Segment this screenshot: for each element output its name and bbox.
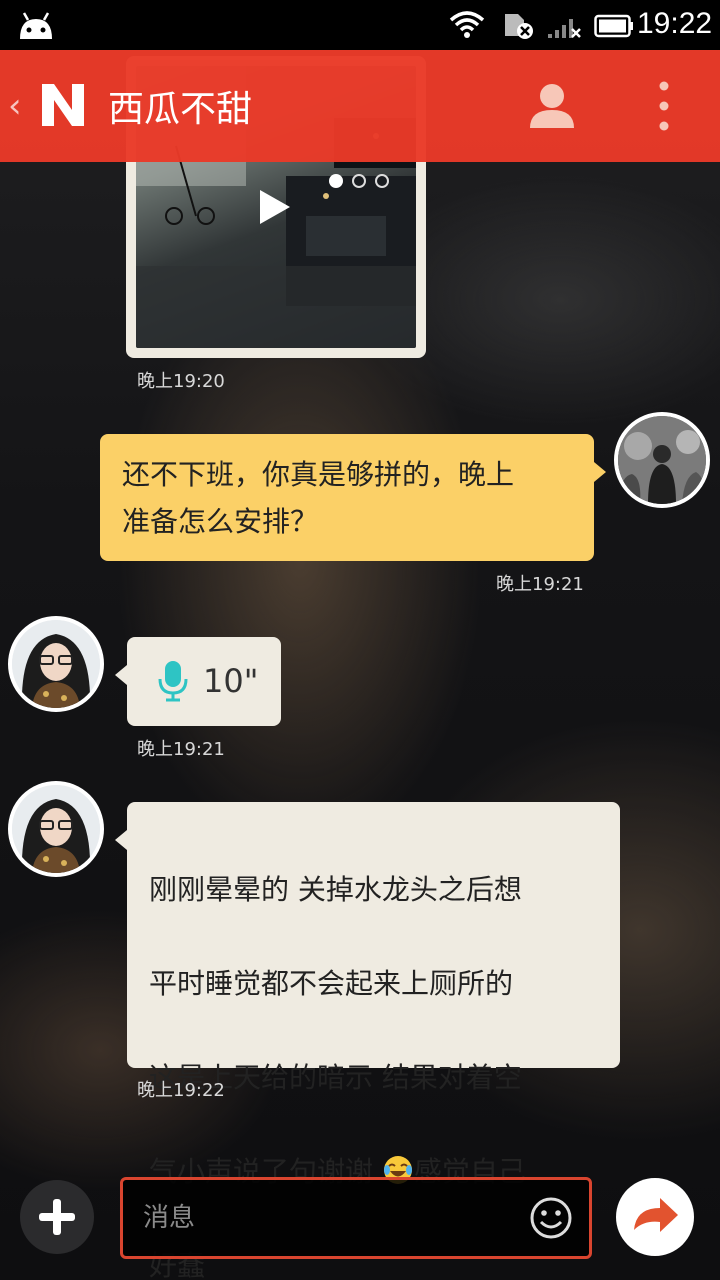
- message-time: 晚上19:22: [137, 1080, 225, 1101]
- my-avatar[interactable]: [614, 412, 710, 508]
- battery-icon: [594, 14, 633, 38]
- chevron-left-icon[interactable]: ‹: [8, 86, 22, 126]
- add-attachment-button[interactable]: [20, 1180, 94, 1254]
- profile-icon[interactable]: [526, 80, 578, 132]
- send-button[interactable]: [616, 1178, 694, 1256]
- message-input-container: [120, 1177, 592, 1259]
- incoming-message-bubble[interactable]: 刚刚晕晕的 关掉水龙头之后想 平时睡觉都不会起来上厕所的 这是上天给的暗示 结果…: [115, 802, 620, 1280]
- status-bar: 19:22: [0, 0, 720, 50]
- plus-icon: [39, 1199, 75, 1235]
- contact-name: 西瓜不甜: [108, 89, 253, 130]
- signal-icon: [548, 19, 581, 38]
- smiley-icon[interactable]: [529, 1196, 573, 1240]
- microphone-icon: [158, 661, 188, 702]
- contact-avatar[interactable]: [8, 616, 104, 712]
- message-line: 平时睡觉都不会起来上厕所的: [149, 967, 514, 1000]
- message-input[interactable]: [143, 1198, 523, 1238]
- sim-icon: [505, 14, 533, 39]
- send-arrow-icon: [634, 1198, 678, 1232]
- play-icon[interactable]: [258, 188, 292, 226]
- message-time: 晚上19:21: [496, 574, 584, 595]
- message-text: 还不下班，你真是够拼的，晚上 准备怎么安排？: [122, 458, 515, 538]
- outgoing-message-bubble[interactable]: 还不下班，你真是够拼的，晚上 准备怎么安排？: [100, 434, 606, 561]
- app-logo-icon[interactable]: [38, 80, 88, 130]
- message-line: 刚刚晕晕的 关掉水龙头之后想: [149, 873, 522, 906]
- more-vertical-icon[interactable]: [650, 80, 678, 132]
- voice-message-bubble[interactable]: 10": [115, 637, 281, 726]
- carousel-dots: [329, 174, 389, 188]
- contact-avatar[interactable]: [8, 781, 104, 877]
- android-icon: [20, 12, 52, 39]
- status-time: 19:22: [637, 7, 713, 40]
- message-time: 晚上19:21: [137, 739, 225, 760]
- voice-duration: 10": [203, 662, 259, 700]
- wifi-icon: [449, 11, 485, 38]
- message-time: 晚上19:20: [137, 371, 225, 392]
- chat-header: ‹ 西瓜不甜: [0, 50, 720, 162]
